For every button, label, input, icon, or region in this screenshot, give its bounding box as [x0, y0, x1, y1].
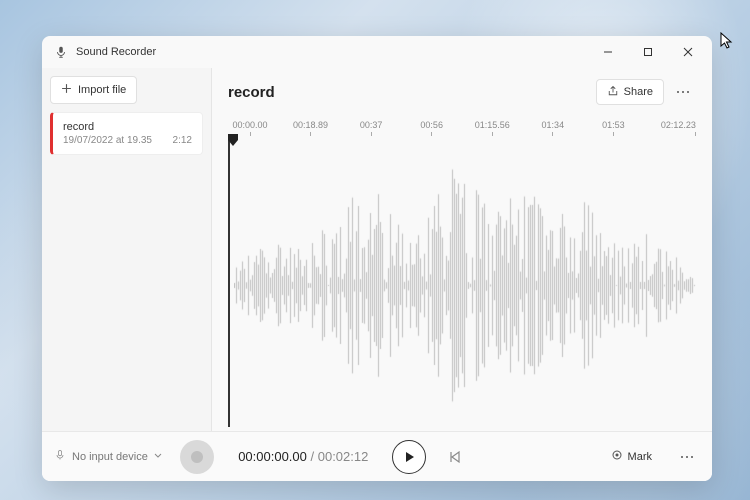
maximize-button[interactable] [628, 36, 668, 68]
waveform-area[interactable] [228, 140, 696, 431]
record-button[interactable] [180, 440, 214, 474]
mark-label: Mark [628, 451, 652, 463]
footer-more-button[interactable] [674, 444, 700, 470]
share-label: Share [624, 86, 653, 98]
timeline-tick: 00:56 [410, 120, 454, 136]
play-button[interactable] [392, 440, 426, 474]
timeline-tick: 01:53 [591, 120, 635, 136]
import-label: Import file [78, 84, 126, 96]
import-file-button[interactable]: Import file [50, 76, 137, 104]
app-window: Sound Recorder Import file record 19/07/… [42, 36, 712, 481]
share-icon [607, 85, 619, 100]
timeline-tick: 02:12.23 [652, 120, 696, 136]
device-label: No input device [72, 451, 148, 463]
timeline-ruler[interactable]: 00:00.0000:18.8900:3700:5601:15.5601:340… [228, 120, 696, 136]
play-icon [403, 451, 415, 463]
mic-icon [54, 45, 68, 59]
playhead[interactable] [228, 134, 238, 146]
total-time: 00:02:12 [318, 449, 369, 464]
recording-name: record [63, 121, 192, 133]
close-button[interactable] [668, 36, 708, 68]
chevron-down-icon [154, 451, 162, 463]
share-button[interactable]: Share [596, 79, 664, 105]
mark-icon [611, 449, 623, 464]
record-icon [191, 451, 203, 463]
time-display: 00:00:00.00 / 00:02:12 [238, 449, 368, 464]
timeline-tick: 00:37 [349, 120, 393, 136]
timeline-tick: 00:18.89 [289, 120, 333, 136]
skip-back-button[interactable] [442, 444, 468, 470]
recording-title: record [228, 84, 596, 101]
main-panel: record Share 00:00.0000:18.8900:3700:560… [212, 68, 712, 431]
mark-button[interactable]: Mark [605, 449, 658, 464]
timeline-tick: 01:15.56 [470, 120, 514, 136]
recording-item[interactable]: record 19/07/2022 at 19.35 2:12 [50, 112, 203, 155]
input-device-select[interactable]: No input device [54, 449, 170, 464]
current-time: 00:00:00.00 [238, 449, 307, 464]
titlebar[interactable]: Sound Recorder [42, 36, 712, 68]
recording-duration: 2:12 [173, 135, 192, 146]
timeline-tick: 01:34 [531, 120, 575, 136]
mic-icon [54, 449, 66, 464]
recording-date: 19/07/2022 at 19.35 [63, 135, 152, 146]
more-button[interactable] [670, 79, 696, 105]
mouse-cursor [720, 32, 734, 50]
waveform [234, 144, 696, 427]
plus-icon [61, 83, 72, 97]
app-title: Sound Recorder [76, 46, 588, 58]
minimize-button[interactable] [588, 36, 628, 68]
sidebar: Import file record 19/07/2022 at 19.35 2… [42, 68, 212, 431]
footer: No input device 00:00:00.00 / 00:02:12 M… [42, 431, 712, 481]
playhead-line [228, 140, 230, 427]
skip-back-icon [448, 450, 462, 464]
